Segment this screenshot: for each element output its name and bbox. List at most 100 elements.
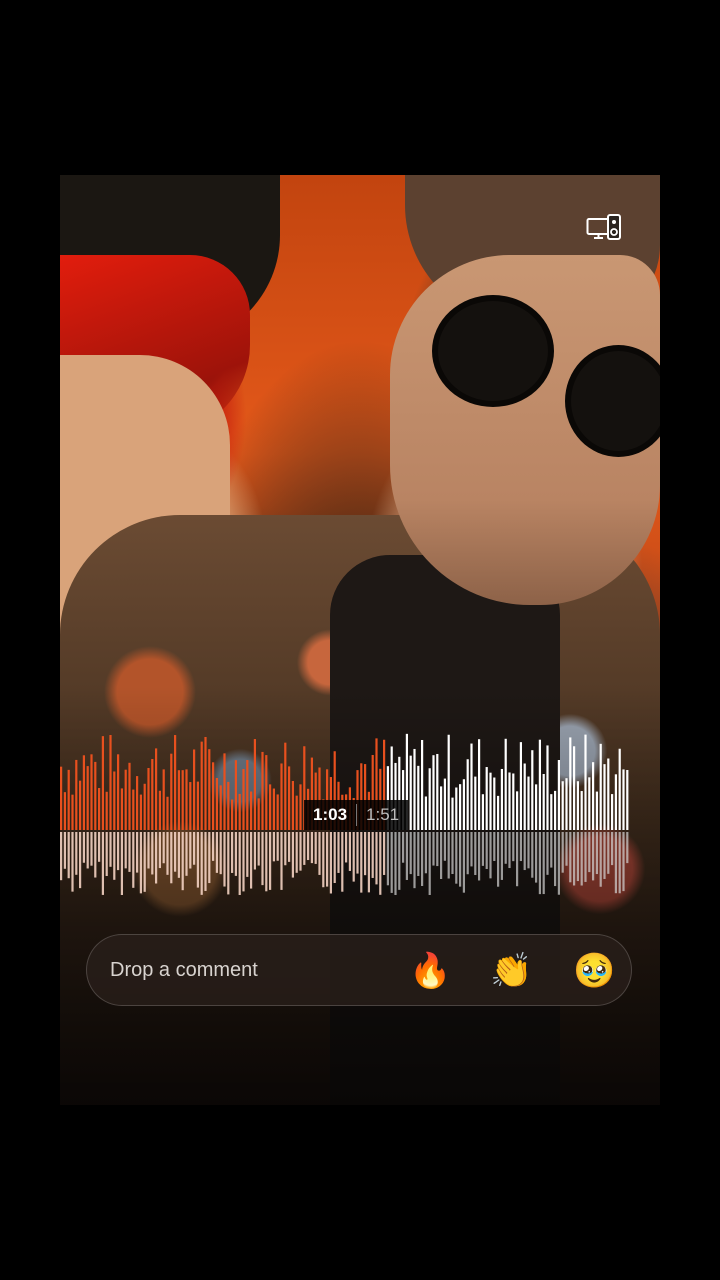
comment-input[interactable]: Drop a comment xyxy=(110,959,258,982)
waveform-reflection-bar xyxy=(291,832,294,878)
waveform-bar xyxy=(124,769,127,830)
waveform-reflection-bar xyxy=(516,832,519,887)
waveform-reflection-bar xyxy=(352,832,355,882)
waveform-bar xyxy=(242,768,245,830)
waveform-bar xyxy=(523,763,526,830)
waveform-bar xyxy=(466,759,469,830)
waveform-reflection-bar xyxy=(242,832,245,892)
waveform-bar xyxy=(527,776,530,830)
fire-reaction-button[interactable]: 🔥 xyxy=(409,951,451,991)
waveform-reflection-bar xyxy=(451,832,454,875)
waveform-bar xyxy=(440,786,443,830)
tearful-face-reaction-button[interactable]: 🥹 xyxy=(573,951,615,991)
waveform-bar xyxy=(500,768,503,830)
waveform-reflection-bar xyxy=(158,832,161,869)
waveform-reflection-bar xyxy=(288,832,291,862)
waveform-reflection-bar xyxy=(253,832,256,870)
waveform-bar xyxy=(557,759,560,830)
waveform-bar xyxy=(538,739,541,830)
waveform-bar xyxy=(542,774,545,830)
waveform-bar xyxy=(143,783,146,830)
waveform-reflection-bar xyxy=(307,832,310,861)
waveform-bar xyxy=(584,734,587,830)
waveform-bar xyxy=(109,735,112,830)
waveform-bar xyxy=(71,794,74,830)
waveform-bar xyxy=(428,768,431,830)
waveform-reflection-bar xyxy=(318,832,321,875)
waveform-bar xyxy=(63,792,66,830)
waveform-bar xyxy=(618,748,621,830)
player-screen: 1:03 1:51 Drop a comment 🔥 👏 🥹 xyxy=(0,0,720,1280)
clap-reaction-button[interactable]: 👏 xyxy=(490,951,532,991)
waveform-bar xyxy=(272,788,275,830)
waveform-bar xyxy=(413,748,416,830)
waveform-reflection-bar xyxy=(299,832,302,871)
waveform-reflection-bar xyxy=(67,832,70,879)
waveform-reflection-bar xyxy=(326,832,329,887)
waveform-bar xyxy=(139,794,142,830)
time-indicator: 1:03 1:51 xyxy=(304,800,409,830)
waveform-reflection-bar xyxy=(584,832,587,882)
waveform-reflection-bar xyxy=(436,832,439,867)
waveform-reflection-bar xyxy=(523,832,526,871)
waveform-reflection-bar xyxy=(398,832,401,890)
waveform-reflection-bar xyxy=(569,832,572,883)
waveform-bar xyxy=(253,739,256,830)
waveform-reflection-bar xyxy=(542,832,545,895)
waveform-bar xyxy=(208,749,211,830)
waveform-reflection-bar xyxy=(139,832,142,894)
waveform-reflection-bar xyxy=(375,832,378,885)
waveform-reflection-bar xyxy=(86,832,89,869)
waveform-reflection-bar xyxy=(120,832,123,895)
waveform-reflection-bar xyxy=(459,832,462,887)
waveform-bar xyxy=(554,790,557,830)
waveform-reflection-bar xyxy=(276,832,279,861)
waveform-reflection-bar xyxy=(535,832,538,883)
waveform-reflection-bar xyxy=(219,832,222,875)
waveform-reflection-bar xyxy=(208,832,211,884)
waveform-reflection-bar xyxy=(136,832,139,873)
waveform-reflection-bar xyxy=(337,832,340,873)
waveform-reflection-bar xyxy=(174,832,177,872)
waveform-reflection-bar xyxy=(550,832,553,868)
waveform-reflection-bar xyxy=(170,832,173,884)
waveform-bar xyxy=(151,758,154,830)
waveform-bar xyxy=(561,781,564,830)
waveform-bar xyxy=(170,753,173,830)
waveform-reflection-bar xyxy=(124,832,127,869)
waveform-reflection-bar xyxy=(576,832,579,882)
waveform-bar xyxy=(626,769,629,830)
waveform-bar xyxy=(508,772,511,830)
waveform-reflection-bar xyxy=(60,832,63,881)
waveform-reflection-bar xyxy=(345,832,348,863)
waveform-reflection-bar xyxy=(71,832,74,892)
waveform-reflection-bar xyxy=(607,832,610,874)
waveform-reflection-bar xyxy=(215,832,218,873)
waveform-reflection-bar xyxy=(470,832,473,867)
waveform-reflection-bar xyxy=(405,832,408,880)
waveform-reflection-bar xyxy=(474,832,477,876)
waveform-reflection-bar xyxy=(500,832,503,880)
waveform-reflection-bar xyxy=(303,832,306,865)
waveform-bar xyxy=(177,770,180,830)
waveform-bar xyxy=(261,751,264,830)
waveform-bar xyxy=(614,774,617,830)
waveform-reflection-bar xyxy=(394,832,397,895)
waveform-bar xyxy=(459,784,462,830)
waveform-reflection-bar xyxy=(485,832,488,870)
waveform-bar xyxy=(622,769,625,830)
waveform-bar xyxy=(489,772,492,830)
total-time: 1:51 xyxy=(366,805,400,824)
waveform-reflection-bar xyxy=(417,832,420,876)
waveform-bar xyxy=(147,767,150,830)
waveform-bar xyxy=(580,791,583,830)
waveform-reflection-bar xyxy=(402,832,405,863)
waveform-reflection-bar xyxy=(322,832,325,888)
waveform-reflection-bar xyxy=(573,832,576,886)
waveform-reflection-bar xyxy=(356,832,359,874)
cast-to-device-icon[interactable] xyxy=(586,213,622,243)
waveform-bar xyxy=(166,796,169,830)
comment-bar[interactable]: Drop a comment 🔥 👏 🥹 xyxy=(86,934,632,1006)
waveform-reflection-bar xyxy=(367,832,370,893)
waveform-bar xyxy=(424,796,427,830)
